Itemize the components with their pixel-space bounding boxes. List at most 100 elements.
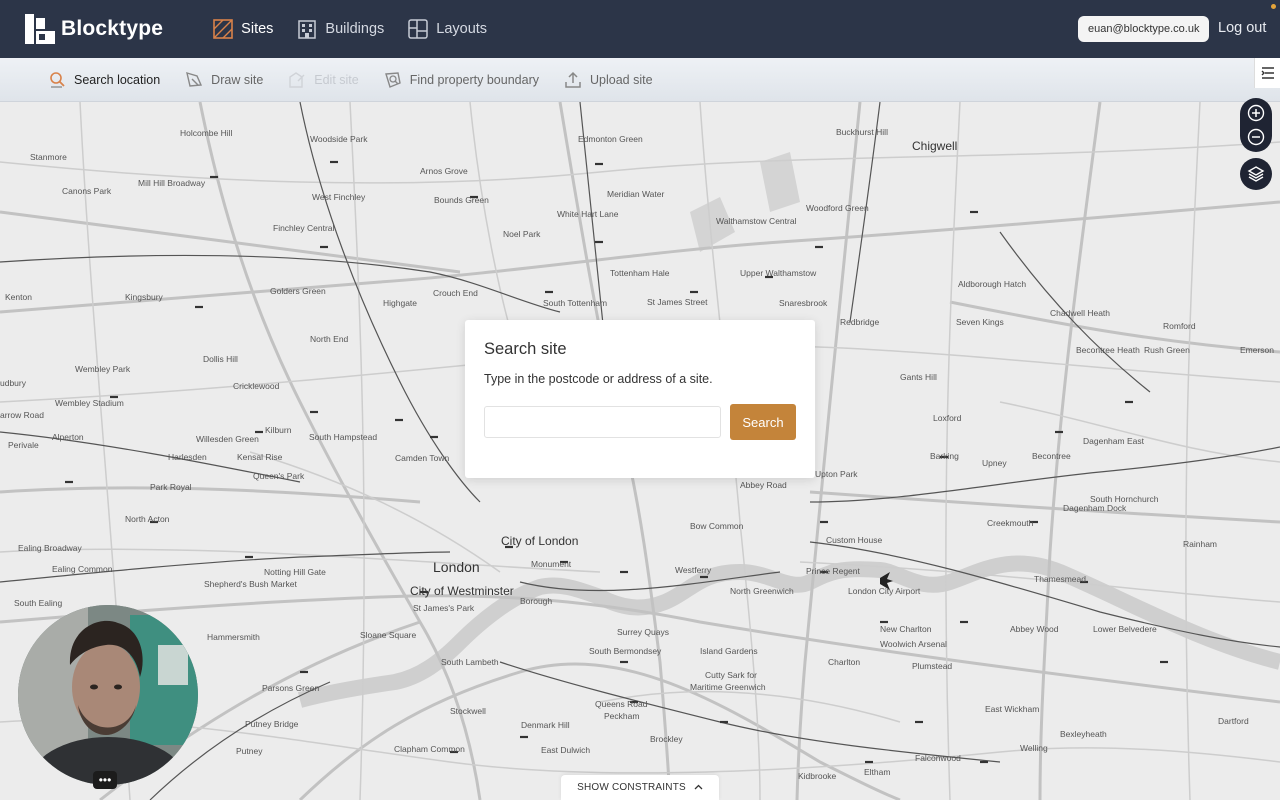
map-label: Denmark Hill [521, 720, 570, 730]
user-email-badge[interactable]: euan@blocktype.co.uk [1078, 16, 1210, 42]
buildings-icon [298, 20, 317, 39]
map-label: Custom House [826, 535, 883, 545]
panel-toggle-button[interactable] [1254, 58, 1280, 88]
map-label: Clapham Common [394, 744, 465, 754]
map-label: West Finchley [312, 192, 366, 202]
map-label: Ealing Broadway [18, 543, 82, 553]
map-layers-button[interactable] [1240, 158, 1272, 190]
map-label: arrow Road [0, 410, 44, 420]
map-label: Cutty Sark for [705, 670, 757, 680]
notification-dot [1271, 4, 1276, 9]
site-toolbar: Search location Draw site Edit site Find… [0, 58, 1280, 102]
tool-label: Draw site [211, 72, 264, 87]
search-location-icon [50, 71, 65, 88]
map-label: Falconwood [915, 753, 961, 763]
brand-name: Blocktype [61, 17, 164, 40]
nav-label-buildings: Buildings [325, 21, 385, 37]
map-label: Bounds Green [434, 195, 489, 205]
search-location-tool[interactable]: Search location [48, 71, 160, 89]
map-label: South Lambeth [441, 657, 499, 667]
dialog-description: Type in the postcode or address of a sit… [484, 372, 713, 386]
draw-site-tool[interactable]: Draw site [185, 71, 263, 89]
blocktype-logo-icon [25, 14, 55, 44]
map-label: Arnos Grove [420, 166, 468, 176]
map-label: Mill Hill Broadway [138, 178, 206, 188]
site-search-input[interactable] [484, 406, 721, 438]
upload-icon [565, 71, 581, 88]
property-boundary-icon [384, 71, 401, 88]
map-label: Redbridge [840, 317, 880, 327]
more-dots-icon: ••• [98, 773, 112, 787]
show-constraints-button[interactable]: SHOW CONSTRAINTS [561, 775, 719, 800]
map-label: St James Street [647, 297, 708, 307]
map-label: Sloane Square [360, 630, 417, 640]
nav-item-layouts[interactable]: Layouts [408, 19, 487, 39]
map-label: Kensal Rise [237, 452, 283, 462]
map-label: St James's Park [413, 603, 475, 613]
layouts-icon [408, 19, 429, 39]
map-label: Camden Town [395, 453, 450, 463]
map-label-london: London [433, 559, 480, 575]
map-label: New Charlton [880, 624, 932, 634]
map-label: South Tottenham [543, 298, 608, 308]
map-label: Putney Bridge [245, 719, 299, 729]
logout-link[interactable]: Log out [1218, 20, 1266, 36]
map-label: udbury [0, 378, 26, 388]
map-label: Becontree [1032, 451, 1071, 461]
upload-site-tool[interactable]: Upload site [564, 71, 653, 89]
map-label: Kidbrooke [798, 771, 837, 781]
webcam-overlay [18, 605, 198, 785]
nav-item-sites[interactable]: Sites [213, 19, 273, 39]
tool-label: Search location [74, 72, 161, 87]
map-label: South Ealing [14, 598, 63, 608]
search-site-dialog: Search site Type in the postcode or addr… [465, 320, 815, 478]
map-label: Dartford [1218, 716, 1249, 726]
map-label: Dollis Hill [203, 354, 238, 364]
brand[interactable]: Blocktype [25, 14, 163, 44]
map-label: Canons Park [62, 186, 112, 196]
edit-site-tool: Edit site [288, 71, 359, 89]
map-label: Edmonton Green [578, 134, 643, 144]
nav-label-layouts: Layouts [436, 21, 488, 37]
map-label: Alperton [52, 432, 84, 442]
map-label: Lower Belvedere [1093, 624, 1157, 634]
map-label: Stockwell [450, 706, 486, 716]
collapse-panel-icon [1261, 67, 1274, 79]
map-label: South Hornchurch [1090, 494, 1159, 504]
search-button[interactable]: Search [730, 404, 796, 440]
map-label: Eltham [864, 767, 891, 777]
nav-label-sites: Sites [241, 21, 274, 37]
map-label: Chigwell [912, 139, 958, 153]
map-label: Barking [930, 451, 959, 461]
map-label: City of Westminster [410, 584, 514, 598]
map-label: Abbey Wood [1010, 624, 1059, 634]
map-label: Abbey Road [740, 480, 787, 490]
map-label: Holcombe Hill [180, 128, 233, 138]
map-label: Upney [982, 458, 1007, 468]
find-property-boundary-tool[interactable]: Find property boundary [384, 71, 539, 89]
webcam-more-button[interactable]: ••• [93, 771, 117, 789]
map-label: Peckham [604, 711, 640, 721]
map-label: White Hart Lane [557, 209, 619, 219]
zoom-out-icon[interactable] [1247, 128, 1265, 146]
map-label: Upper Walthamstow [740, 268, 817, 278]
map-label: Golders Green [270, 286, 326, 296]
map-label: Shepherd's Bush Market [204, 579, 297, 589]
map-label: North Greenwich [730, 586, 794, 596]
map-label: Island Gardens [700, 646, 758, 656]
map-label: Westferry [675, 565, 712, 575]
map-label: Monument [531, 559, 572, 569]
map-label: Wembley Stadium [55, 398, 124, 408]
map-label: Kilburn [265, 425, 292, 435]
map-label: Charlton [828, 657, 861, 667]
map-label: Noel Park [503, 229, 541, 239]
map-label: North Acton [125, 514, 170, 524]
tool-label: Find property boundary [409, 72, 539, 87]
map-label: City of London [501, 534, 579, 548]
draw-site-icon [186, 71, 203, 87]
nav-item-buildings[interactable]: Buildings [297, 19, 384, 39]
map-label: Hammersmith [207, 632, 260, 642]
zoom-in-icon[interactable] [1247, 104, 1265, 122]
tool-label: Upload site [589, 72, 653, 87]
map-label: Willesden Green [196, 434, 259, 444]
